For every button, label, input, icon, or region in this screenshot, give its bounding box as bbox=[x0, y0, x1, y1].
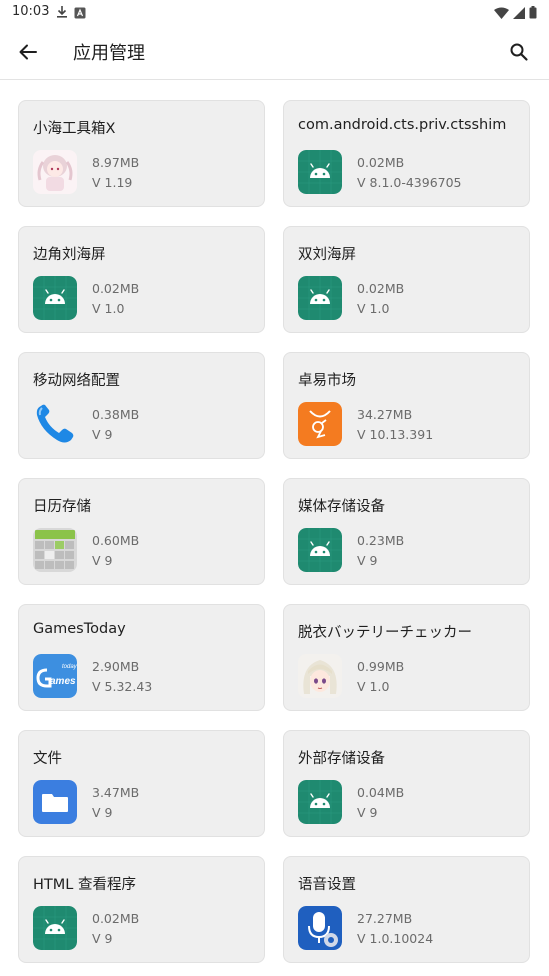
app-card[interactable]: 媒体存储设备 0.23MB V 9 bbox=[283, 478, 530, 585]
app-size: 0.02MB bbox=[92, 911, 140, 926]
games-today-icon: today ames bbox=[33, 654, 77, 698]
app-size: 34.27MB bbox=[357, 407, 413, 422]
battery-icon bbox=[529, 4, 537, 23]
app-size: 0.02MB bbox=[92, 281, 140, 296]
voice-settings-icon bbox=[298, 906, 342, 950]
app-version: V 9 bbox=[92, 931, 113, 946]
app-size: 0.02MB bbox=[357, 155, 405, 170]
app-name: HTML 查看程序 bbox=[33, 877, 136, 893]
download-icon bbox=[56, 4, 68, 23]
app-size: 0.38MB bbox=[92, 407, 140, 422]
back-arrow-icon bbox=[19, 44, 37, 60]
app-name: 双刘海屏 bbox=[298, 247, 356, 263]
anime-girl-icon bbox=[33, 150, 77, 194]
app-bar: 应用管理 bbox=[0, 24, 549, 80]
anime-face-icon bbox=[298, 654, 342, 698]
app-size: 0.04MB bbox=[357, 785, 405, 800]
app-size: 27.27MB bbox=[357, 911, 413, 926]
wifi-icon bbox=[494, 4, 509, 23]
signal-icon bbox=[513, 4, 525, 23]
status-time: 10:03 bbox=[12, 4, 50, 19]
app-version: V 5.32.43 bbox=[92, 679, 153, 694]
app-version: V 9 bbox=[357, 553, 378, 568]
status-right-icons bbox=[494, 4, 537, 23]
app-card[interactable]: 日历存储 0.60MB V 9 bbox=[18, 478, 265, 585]
app-name: 卓易市场 bbox=[298, 373, 356, 389]
app-version: V 1.19 bbox=[92, 175, 133, 190]
app-version: V 1.0 bbox=[92, 301, 125, 316]
app-card[interactable]: 小海工具箱X 8.97MB V 1.19 bbox=[18, 100, 265, 207]
app-name: 脱衣バッテリーチェッカー bbox=[298, 625, 472, 641]
notification-a-icon bbox=[74, 4, 86, 23]
app-name: 移动网络配置 bbox=[33, 373, 120, 389]
app-card[interactable]: HTML 查看程序 0.02MB V 9 bbox=[18, 856, 265, 963]
app-card[interactable]: 文件 3.47MB V 9 bbox=[18, 730, 265, 837]
app-version: V 9 bbox=[92, 805, 113, 820]
app-version: V 9 bbox=[357, 805, 378, 820]
app-name: 边角刘海屏 bbox=[33, 247, 106, 263]
app-name: 外部存储设备 bbox=[298, 751, 385, 767]
svg-text:today: today bbox=[62, 664, 77, 670]
android-icon bbox=[33, 906, 77, 950]
app-size: 0.99MB bbox=[357, 659, 405, 674]
app-card[interactable]: GamesToday today ames 2.90MB V 5.32.43 bbox=[18, 604, 265, 711]
android-icon bbox=[33, 276, 77, 320]
app-card[interactable]: 语音设置 27.27MB V 1.0.10024 bbox=[283, 856, 530, 963]
app-version: V 8.1.0-4396705 bbox=[357, 175, 462, 190]
app-size: 2.90MB bbox=[92, 659, 140, 674]
app-size: 0.60MB bbox=[92, 533, 140, 548]
app-name: 日历存储 bbox=[33, 499, 91, 515]
status-bar: 10:03 bbox=[0, 0, 549, 24]
app-name: com.android.cts.priv.ctsshim bbox=[298, 117, 507, 133]
app-version: V 10.13.391 bbox=[357, 427, 434, 442]
app-card[interactable]: 外部存储设备 0.04MB V 9 bbox=[283, 730, 530, 837]
android-icon bbox=[298, 780, 342, 824]
android-icon bbox=[298, 150, 342, 194]
search-icon bbox=[510, 43, 528, 61]
folder-icon bbox=[33, 780, 77, 824]
app-card[interactable]: 脱衣バッテリーチェッカー 0.99MB V 1.0 bbox=[283, 604, 530, 711]
search-button[interactable] bbox=[505, 38, 533, 66]
app-size: 0.02MB bbox=[357, 281, 405, 296]
app-name: GamesToday bbox=[33, 621, 126, 637]
status-left-icons bbox=[56, 4, 86, 23]
app-card[interactable]: 双刘海屏 0.02MB V 1.0 bbox=[283, 226, 530, 333]
app-card[interactable]: com.android.cts.priv.ctsshim 0.02MB V 8.… bbox=[283, 100, 530, 207]
app-version: V 9 bbox=[92, 553, 113, 568]
back-button[interactable] bbox=[14, 38, 42, 66]
app-name: 媒体存储设备 bbox=[298, 499, 385, 515]
app-version: V 1.0.10024 bbox=[357, 931, 434, 946]
app-size: 3.47MB bbox=[92, 785, 140, 800]
phone-icon bbox=[33, 402, 77, 446]
app-version: V 1.0 bbox=[357, 301, 390, 316]
app-version: V 1.0 bbox=[357, 679, 390, 694]
app-card[interactable]: 移动网络配置 0.38MB V 9 bbox=[18, 352, 265, 459]
app-card[interactable]: 边角刘海屏 0.02MB V 1.0 bbox=[18, 226, 265, 333]
android-icon bbox=[298, 276, 342, 320]
app-version: V 9 bbox=[92, 427, 113, 442]
page-title: 应用管理 bbox=[73, 43, 145, 64]
calendar-grid-icon bbox=[33, 528, 77, 572]
app-name: 语音设置 bbox=[298, 877, 356, 893]
market-bag-icon bbox=[298, 402, 342, 446]
app-size: 8.97MB bbox=[92, 155, 140, 170]
svg-text:ames: ames bbox=[50, 676, 76, 687]
app-card[interactable]: 卓易市场 34.27MB V 10.13.391 bbox=[283, 352, 530, 459]
app-name: 文件 bbox=[33, 751, 62, 767]
app-size: 0.23MB bbox=[357, 533, 405, 548]
android-icon bbox=[298, 528, 342, 572]
app-name: 小海工具箱X bbox=[33, 121, 116, 137]
